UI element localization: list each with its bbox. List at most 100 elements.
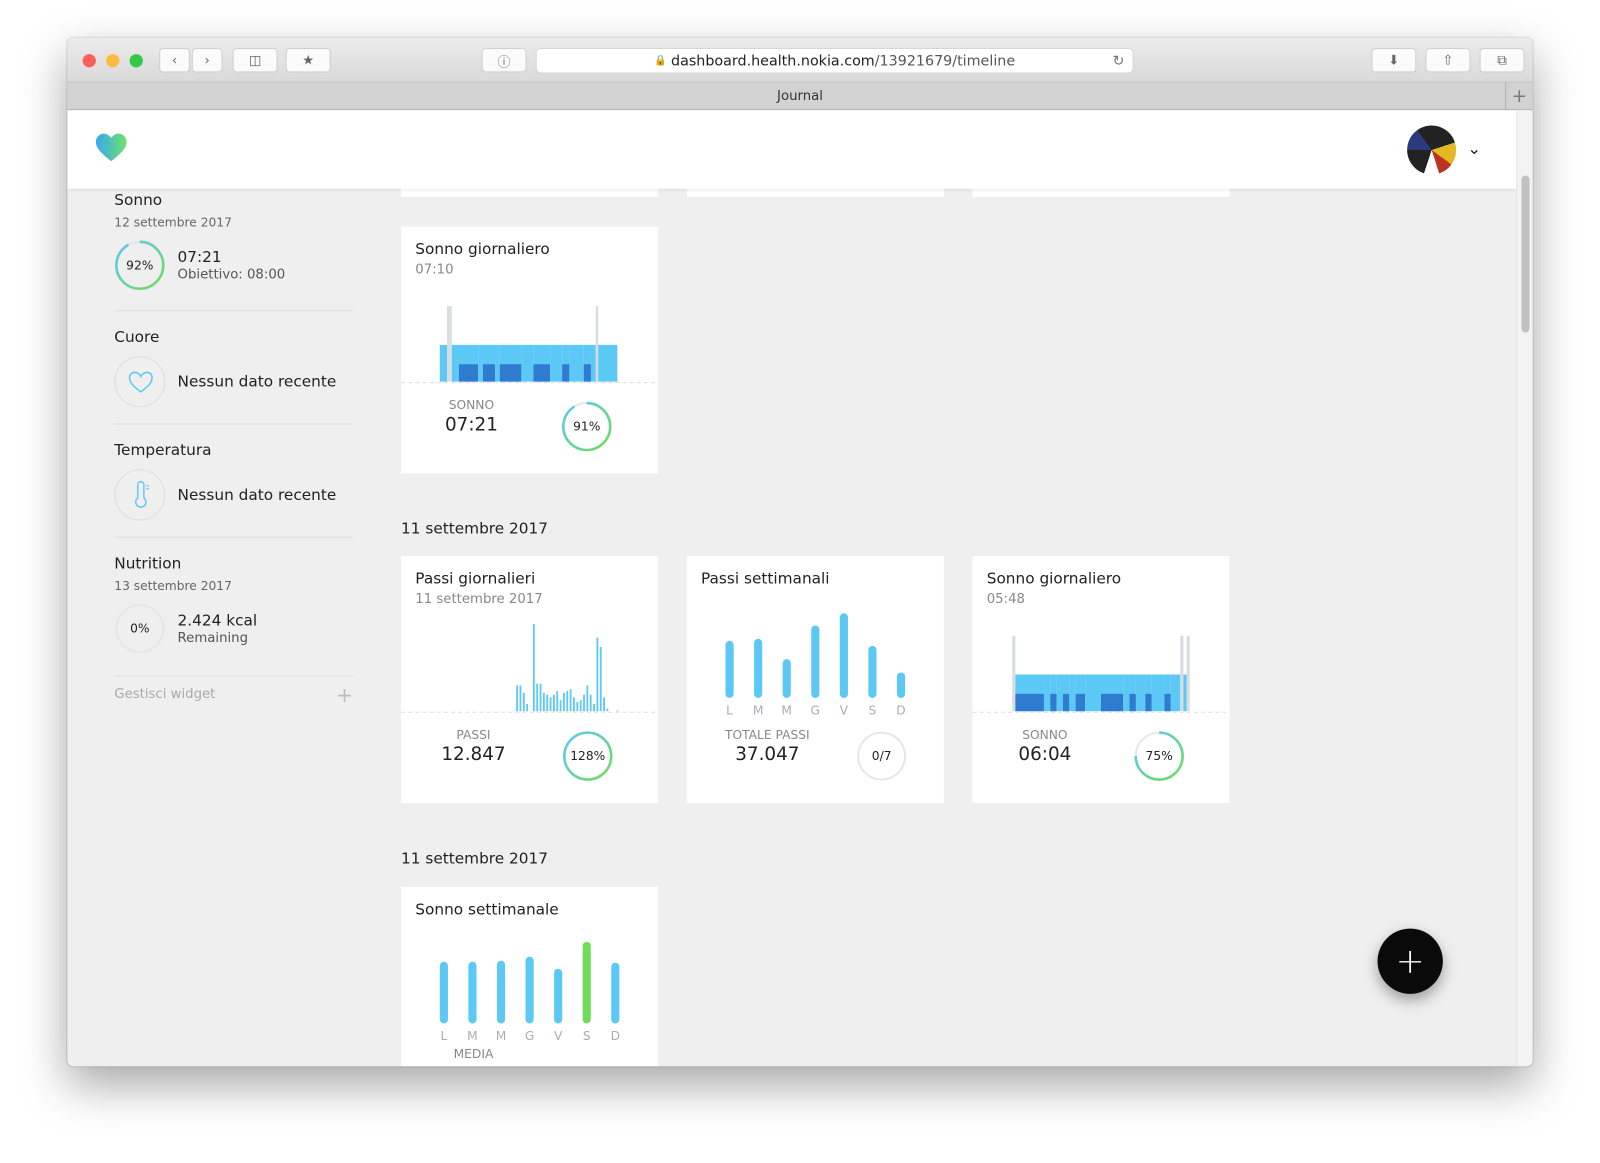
close-window-button[interactable] <box>82 54 96 68</box>
day-bar <box>554 968 563 1024</box>
back-button[interactable]: ‹ <box>159 47 190 73</box>
reload-icon[interactable]: ↻ <box>1113 53 1125 69</box>
manage-widgets[interactable]: Gestisci widget + <box>114 683 353 707</box>
url-host: dashboard.health.nokia.com <box>671 52 875 69</box>
sleep-progress-ring: 92% <box>114 240 165 291</box>
day-label: D <box>896 703 905 717</box>
share-icon: ⇧ <box>1442 52 1454 68</box>
step-bar <box>586 685 589 712</box>
day-bar <box>782 659 791 698</box>
deep-sleep-segment <box>1015 693 1044 712</box>
card-weekly-sleep[interactable]: Sonno settimanale LMMGVSD MEDIA <box>401 886 659 1067</box>
heart-icon <box>114 356 166 408</box>
deep-sleep-segment <box>1062 693 1070 712</box>
sleep-value: 06:04 <box>1018 743 1072 766</box>
chevron-left-icon: ‹ <box>171 52 178 68</box>
sidebar-toggle-button[interactable]: ◫ <box>232 47 278 73</box>
divider <box>114 536 354 538</box>
sleep-value: 07:21 <box>177 247 222 267</box>
day-label: S <box>869 703 877 717</box>
health-logo-icon[interactable] <box>95 133 128 164</box>
day-bar <box>725 640 734 698</box>
user-avatar[interactable] <box>1407 125 1457 175</box>
light-sleep-segment <box>590 344 596 382</box>
widget-title: Sonno <box>114 190 163 210</box>
light-sleep-segment <box>550 344 563 382</box>
total-steps-label: TOTALE PASSI <box>725 727 810 742</box>
minimize-window-button[interactable] <box>106 54 120 68</box>
deep-sleep-segment <box>1164 693 1171 712</box>
card-weekly-steps[interactable]: Passi settimanali LMMGVSD TOTALE PASSI 3… <box>686 556 944 804</box>
tab-bar: Journal + <box>67 82 1533 111</box>
no-data-text: Nessun dato recente <box>177 485 337 505</box>
info-icon: ⓘ <box>497 54 511 70</box>
password-button[interactable]: ⓘ <box>481 47 527 73</box>
day-bar <box>754 638 763 698</box>
share-button[interactable]: ⇧ <box>1425 47 1471 73</box>
light-sleep-segment <box>1183 674 1187 712</box>
day-bar <box>582 941 591 1024</box>
divider <box>114 675 354 677</box>
deep-sleep-segment <box>1129 693 1136 712</box>
steps-progress-ring: 128% <box>562 731 613 782</box>
step-bar <box>549 697 552 712</box>
light-sleep-segment <box>569 344 584 382</box>
day-label: G <box>811 703 820 717</box>
day-label: M <box>753 703 764 717</box>
section-date: 11 settembre 2017 <box>401 519 548 538</box>
card-daily-sleep[interactable]: Sonno giornaliero 05:48 SONNO 06:04 75% <box>972 556 1230 804</box>
downloads-button[interactable]: ⬇ <box>1371 47 1417 73</box>
thermometer-icon <box>114 469 166 521</box>
light-sleep-segment <box>1135 674 1146 712</box>
awake-segment <box>1180 635 1184 712</box>
deep-sleep-segment <box>482 364 495 382</box>
steps-label: PASSI <box>456 727 491 742</box>
manage-widgets-label[interactable]: Gestisci widget <box>114 687 215 707</box>
step-bar <box>599 646 602 712</box>
widget-heart[interactable]: Cuore Nessun dato recente <box>114 328 353 408</box>
sleep-hypnogram <box>972 635 1230 713</box>
widget-date: 12 settembre 2017 <box>114 215 232 230</box>
deep-sleep-segment <box>1075 693 1086 712</box>
tab-journal[interactable]: Journal <box>777 88 823 103</box>
sleep-goal: Obiettivo: 08:00 <box>177 267 286 283</box>
light-sleep-segment <box>1123 674 1130 712</box>
day-label: L <box>726 703 733 717</box>
step-bar <box>536 683 539 712</box>
step-bar <box>539 683 542 712</box>
maximize-window-button[interactable] <box>129 54 143 68</box>
awake-segment <box>1186 635 1190 712</box>
plus-icon[interactable]: + <box>336 683 353 707</box>
day-label: V <box>554 1029 563 1043</box>
average-label: MEDIA <box>453 1046 494 1062</box>
widget-nutrition[interactable]: Nutrition 13 settembre 2017 0% 2.424 kca… <box>114 554 353 654</box>
chevron-down-icon[interactable]: ⌄ <box>1467 139 1481 158</box>
add-button[interactable]: + <box>1377 928 1443 994</box>
card-daily-sleep[interactable]: Sonno giornaliero 07:10 SONNO 07:21 91% <box>401 226 659 474</box>
day-bar <box>468 961 477 1024</box>
step-bar <box>546 694 549 712</box>
scrollbar-thumb[interactable] <box>1521 175 1530 333</box>
light-sleep-segment <box>1043 674 1051 712</box>
widget-sleep[interactable]: Sonno 12 settembre 2017 92% 07:21 Obietti… <box>114 191 353 291</box>
widget-temperature[interactable]: Temperatura Nessun dato recente <box>114 441 353 521</box>
awake-segment <box>595 306 599 382</box>
app-header: ⌄ <box>67 110 1517 189</box>
address-bar[interactable]: 🔒 dashboard.health.nokia.com/13921679/ti… <box>535 47 1134 74</box>
bookmarks-button[interactable]: ★ <box>285 47 331 73</box>
ring-label: 91% <box>573 419 601 434</box>
step-bar <box>556 691 559 712</box>
step-bar <box>589 694 592 712</box>
day-bar <box>496 960 506 1024</box>
card-daily-steps[interactable]: Passi giornalieri 11 settembre 2017 PASS… <box>401 556 659 804</box>
star-icon: ★ <box>302 52 315 68</box>
deep-sleep-segment <box>1050 693 1057 712</box>
new-tab-button[interactable]: + <box>1505 82 1533 111</box>
tabs-overview-button[interactable]: ⧉ <box>1479 47 1525 73</box>
light-sleep-segment <box>1085 674 1102 712</box>
step-bar <box>596 637 599 712</box>
forward-button[interactable]: › <box>191 47 223 73</box>
browser-toolbar: ‹ › ◫ ★ ⓘ 🔒 dashboard.health.nokia.com/1… <box>67 37 1533 83</box>
scrollbar[interactable] <box>1516 110 1533 1067</box>
nutrition-progress-ring: 0% <box>114 603 165 654</box>
